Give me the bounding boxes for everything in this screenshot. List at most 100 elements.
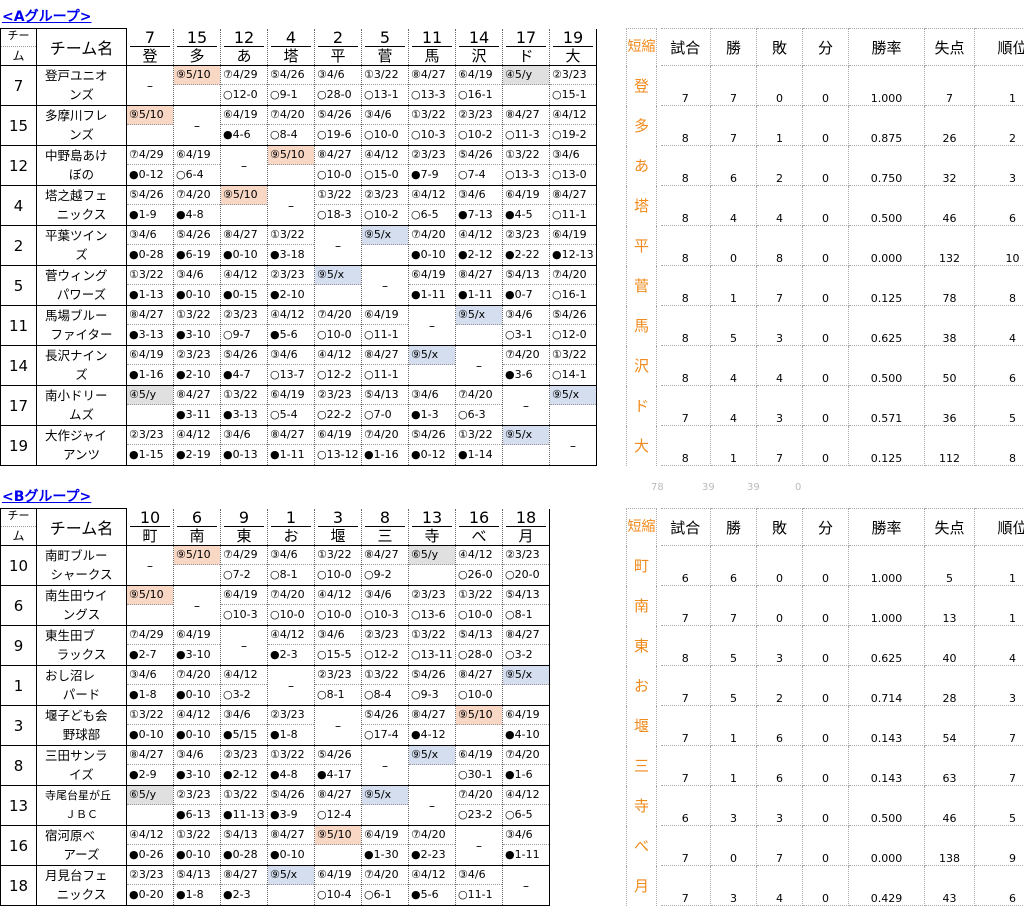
match-cell: ②3/23 ○9-7	[220, 305, 268, 346]
match-date: ③4/6	[362, 586, 408, 605]
match-score: ○10-2	[458, 128, 493, 141]
match-date: ①3/22	[268, 746, 314, 765]
team-number: 4	[0, 185, 37, 226]
team-stat: 8	[974, 265, 1024, 306]
match-cell: ⑤4/13 ●1-8	[173, 865, 221, 906]
match-score: ●6-19	[176, 248, 211, 261]
match-cell: ③4/6 ●0-28	[126, 225, 174, 266]
match-score: ○11-1	[552, 208, 587, 221]
team-name-line2: ぼの	[68, 167, 94, 182]
match-cell: ⑨5/10	[173, 65, 221, 106]
match-date: ⑥4/19	[315, 866, 361, 885]
match-cell: ②3/23 ○12-2	[361, 625, 409, 666]
match-score	[503, 445, 549, 464]
match-score	[315, 845, 361, 864]
match-cell: ⑥4/19 ○13-12	[314, 425, 362, 466]
match-score: ○13-11	[411, 648, 453, 661]
match-score	[409, 765, 455, 784]
match-date: ④4/12	[315, 586, 361, 605]
team-stat: 0	[802, 705, 849, 746]
match-cell: ⑤4/26 ○12-0	[549, 305, 597, 346]
match-score: ○9-7	[223, 328, 251, 341]
team-stat: 32	[924, 145, 975, 186]
team-abbr: 南	[626, 585, 657, 626]
match-cell: ⑧4/27 ●4-12	[408, 705, 456, 746]
opponent-col-header: 18 月	[502, 508, 550, 546]
match-score: ●0-7	[505, 288, 533, 301]
stat-header: 試合	[660, 28, 711, 66]
match-date: ⑤4/13	[174, 866, 220, 885]
match-score: ○19-2	[552, 128, 587, 141]
match-date: ⑦4/20	[503, 346, 549, 365]
match-score	[221, 205, 267, 224]
team-stat: 0.625	[848, 625, 925, 666]
match-date: ①3/22	[456, 426, 502, 445]
match-score: ●1-8	[270, 728, 298, 741]
match-score: ○15-1	[552, 88, 587, 101]
team-row: 1 おし沼レ パード ③4/6 ●1-8 ⑦4/20 ●0-10 ④4/12 ○3-2– ②3/2…	[0, 665, 1024, 706]
team-stat: 0	[756, 585, 803, 626]
team-row: 3 堰子ども会 野球部 ①3/22 ●0-10 ④4/12 ●0-10 ③4/6 ●5/15 ②3…	[0, 705, 1024, 746]
group-b-table: チームチーム名 10 町 6 南 9 東 1 お 3 堰 8 三 13 寺 16 べ 18 月短縮 試合勝敗分勝率 失点…	[0, 508, 1024, 906]
team-stat: 10	[974, 225, 1024, 266]
match-cell: ⑤4/26 ○7-4	[455, 145, 503, 186]
team-stat: 43	[924, 865, 975, 906]
team-stat: 0	[756, 65, 803, 106]
stat-header: 順位	[974, 508, 1024, 546]
match-score: ●2-3	[270, 648, 298, 661]
team-stat: 0	[802, 625, 849, 666]
match-cell: ①3/22 ●3-10	[173, 305, 221, 346]
opponent-abbr: 大	[553, 45, 593, 65]
match-cell: ⑨5/x	[502, 425, 550, 466]
spacer	[596, 28, 627, 66]
match-date: ⑨5/10	[174, 546, 220, 565]
match-date: ⑧4/27	[503, 106, 549, 125]
match-date: ⑤4/26	[174, 226, 220, 245]
opponent-abbr: 馬	[412, 45, 452, 65]
team-row: 12 中野島あけ ぼの ⑦4/29 ●0-12 ⑥4/19 ○6-4– ⑨5/10 ⑧4/27 ○…	[0, 145, 1024, 186]
match-score: ●3-10	[176, 648, 211, 661]
match-score: ●2-23	[411, 848, 446, 861]
match-date: ⑤4/26	[456, 146, 502, 165]
match-cell: ⑨5/x	[502, 665, 550, 706]
match-score: ○22-2	[317, 408, 352, 421]
team-abbr: 塔	[626, 185, 657, 226]
match-date: ⑨5/x	[362, 786, 408, 805]
team-stat: 3	[756, 385, 803, 426]
team-stat: 8	[660, 305, 711, 346]
match-date: ④4/12	[409, 186, 455, 205]
team-number: 7	[0, 65, 37, 106]
match-date: ④4/12	[362, 146, 408, 165]
team-stat: 7	[660, 745, 711, 786]
match-score: ●2-19	[176, 448, 211, 461]
match-cell: ⑧4/27 ○11-3	[502, 105, 550, 146]
match-cell: ①3/22 ○10-0	[314, 545, 362, 586]
opponent-abbr: あ	[224, 45, 264, 65]
match-cell: ③4/6 ○10-0	[361, 105, 409, 146]
match-score	[409, 365, 455, 384]
match-cell: ③4/6 ●0-13	[220, 425, 268, 466]
team-stat: 3	[974, 665, 1024, 706]
opponent-number: 18	[515, 508, 537, 527]
match-cell: ⑥4/19 ○10-3	[220, 585, 268, 626]
self-match-cell: –	[220, 625, 268, 666]
match-cell: ①3/22 ●3-18	[267, 225, 315, 266]
match-score	[127, 125, 173, 144]
team-name: 菅ウィング パワーズ	[36, 265, 127, 306]
opponent-number: 19	[562, 28, 584, 47]
match-score	[315, 285, 361, 304]
match-score: ●2-22	[505, 248, 540, 261]
match-cell: ③4/6 ○8-1	[267, 545, 315, 586]
team-stat: 0.500	[848, 345, 925, 386]
team-row: 14 長沢ナインズ ⑥4/19 ●1-16 ②3/23 ●2-10 ⑤4/26 ●4-7 ③4/…	[0, 345, 1024, 386]
team-stat: 4	[710, 345, 757, 386]
match-cell: ⑨5/10	[314, 825, 362, 866]
match-cell: ①3/22 ○10-3	[408, 105, 456, 146]
match-cell: ②3/23 ●2-10	[173, 345, 221, 386]
match-cell: ⑧4/27 ●2-3	[220, 865, 268, 906]
self-match-cell: –	[455, 825, 503, 866]
match-cell: ⑨5/x	[408, 345, 456, 386]
match-cell: ⑥4/19 ○30-1	[455, 745, 503, 786]
match-cell: ②3/23 ●2-12	[220, 745, 268, 786]
match-date: ②3/23	[503, 226, 549, 245]
